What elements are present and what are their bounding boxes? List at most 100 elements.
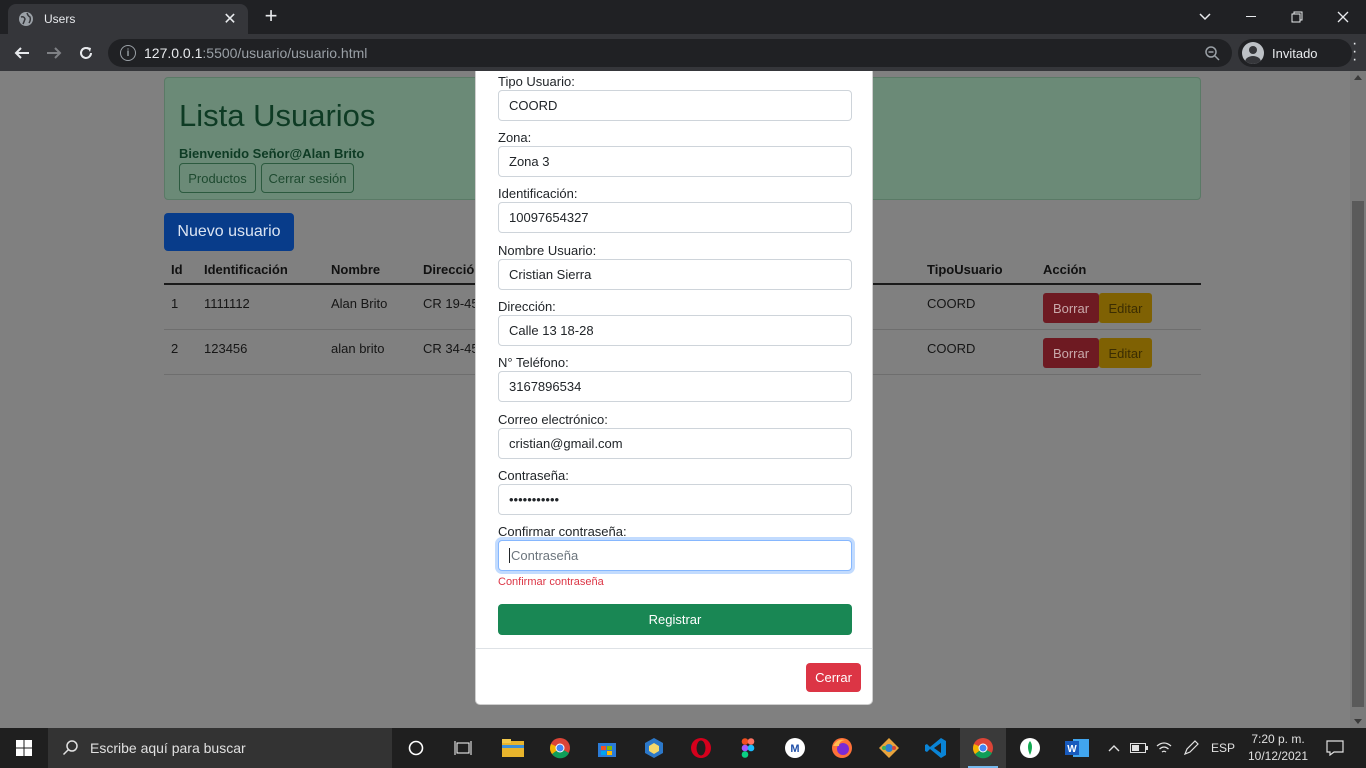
site-info-icon[interactable]: i [120,45,136,61]
header-nombre: Nombre [331,262,381,277]
label-telefono: N° Teléfono: [498,355,569,370]
label-contrasena: Contraseña: [498,468,569,483]
virtualbox-icon[interactable] [631,728,677,768]
task-view-icon[interactable] [440,728,486,768]
cell-tipo: COORD [927,341,976,356]
language-indicator[interactable]: ESP [1206,728,1240,768]
label-tipo-usuario: Tipo Usuario: [498,74,575,89]
minimize-icon[interactable] [1228,0,1274,34]
avatar-icon [1242,42,1264,64]
firefox-icon[interactable] [819,728,865,768]
search-icon [62,740,78,756]
label-correo: Correo electrónico: [498,412,608,427]
register-button[interactable]: Registrar [498,604,852,635]
vscode-icon[interactable] [913,728,959,768]
cell-id: 2 [171,341,179,356]
nombre-usuario-input[interactable]: Cristian Sierra [498,259,852,290]
new-user-button[interactable]: Nuevo usuario [164,213,294,251]
back-icon[interactable] [10,41,34,65]
tab-title: Users [44,12,76,26]
reload-icon[interactable] [74,41,98,65]
profile-button[interactable]: Invitado [1238,39,1352,67]
logout-button[interactable]: Cerrar sesión [261,163,354,193]
taskbar-search[interactable]: Escribe aquí para buscar [48,728,392,768]
zoom-out-icon[interactable] [1204,45,1220,61]
error-message: Confirmar contraseña [498,576,604,588]
cell-tipo: COORD [927,296,976,311]
app-m-icon[interactable]: M [772,728,818,768]
windows-taskbar: Escribe aquí para buscar M W ESP 7:20 p.… [0,728,1366,768]
browser-toolbar: i 127.0.0.1:5500/usuario/usuario.html In… [0,34,1366,71]
figma-icon[interactable] [725,728,771,768]
forward-icon[interactable] [42,41,66,65]
cell-identificacion: 123456 [204,341,248,356]
label-direccion: Dirección: [498,299,556,314]
correo-input[interactable]: cristian@gmail.com [498,428,852,459]
notifications-icon[interactable] [1318,728,1352,768]
new-user-modal: Tipo Usuario: COORD Zona: Zona 3 Identif… [475,71,873,705]
svg-text:M: M [790,743,799,755]
header-accion: Acción [1043,262,1087,277]
label-zona: Zona: [498,130,532,145]
pen-icon[interactable] [1179,728,1203,768]
close-button[interactable]: Cerrar [806,663,861,692]
edit-button[interactable]: Editar [1099,338,1152,368]
search-placeholder: Escribe aquí para buscar [90,740,246,756]
direccion-input[interactable]: Calle 13 18-28 [498,315,852,346]
identificacion-input[interactable]: 10097654327 [498,202,852,233]
cell-nombre: alan brito [331,341,385,356]
restore-icon[interactable] [1274,0,1320,34]
chrome-active-icon[interactable] [960,728,1006,768]
scroll-thumb[interactable] [1352,201,1364,707]
label-confirmar-contrasena: Confirmar contraseña: [498,524,627,539]
page-scrollbar[interactable] [1350,71,1366,728]
address-bar[interactable]: i 127.0.0.1:5500/usuario/usuario.html [108,39,1232,67]
header-direccion: Direcció [423,262,475,277]
delete-button[interactable]: Borrar [1043,338,1099,368]
url-host: 127.0.0.1 [144,45,203,61]
cortana-icon[interactable] [393,728,439,768]
confirmar-contrasena-input[interactable]: Contraseña [498,540,852,571]
confirmar-contrasena-placeholder: Contraseña [511,548,579,563]
file-explorer-icon[interactable] [490,728,536,768]
clock-time: 7:20 p. m. [1251,732,1305,746]
battery-icon[interactable] [1128,728,1150,768]
header-identificacion: Identificación [204,262,288,277]
cell-direccion: CR 34-45 [423,341,479,356]
delete-button[interactable]: Borrar [1043,293,1099,323]
taskbar-clock[interactable]: 7:20 p. m. 10/12/2021 [1240,731,1316,765]
windows-start-icon[interactable] [0,728,48,768]
clock-date: 10/12/2021 [1247,749,1309,763]
opera-icon[interactable] [678,728,724,768]
tipo-usuario-input[interactable]: COORD [498,90,852,121]
welcome-text: Bienvenido Señor@Alan Brito [179,146,365,161]
page-title: Lista Usuarios [179,98,376,133]
mongodb-icon[interactable] [1007,728,1053,768]
tray-chevron-up-icon[interactable] [1104,728,1124,768]
globe-icon [19,12,33,26]
new-tab-icon[interactable]: + [260,5,282,27]
edit-button[interactable]: Editar [1099,293,1152,323]
header-tipo-usuario: TipoUsuario [927,262,1003,277]
chrome-icon[interactable] [537,728,583,768]
telefono-input[interactable]: 3167896534 [498,371,852,402]
products-button[interactable]: Productos [179,163,256,193]
tab-search-icon[interactable] [1182,0,1228,34]
browser-tab-users[interactable]: Users ✕ [8,4,248,34]
browser-menu-icon[interactable]: · · · [1352,36,1357,68]
close-window-icon[interactable] [1320,0,1366,34]
wifi-icon[interactable] [1153,728,1175,768]
modal-footer-divider [476,648,872,649]
word-icon[interactable]: W [1054,728,1100,768]
cell-direccion: CR 19-45 [423,296,479,311]
store-icon[interactable] [584,728,630,768]
cell-id: 1 [171,296,179,311]
label-identificacion: Identificación: [498,186,578,201]
gitkraken-icon[interactable] [866,728,912,768]
zona-input[interactable]: Zona 3 [498,146,852,177]
scroll-down-icon[interactable] [1354,719,1362,724]
contrasena-input[interactable]: ••••••••••• [498,484,852,515]
cell-nombre: Alan Brito [331,296,388,311]
tab-close-icon[interactable]: ✕ [222,9,238,29]
scroll-up-icon[interactable] [1354,75,1362,80]
